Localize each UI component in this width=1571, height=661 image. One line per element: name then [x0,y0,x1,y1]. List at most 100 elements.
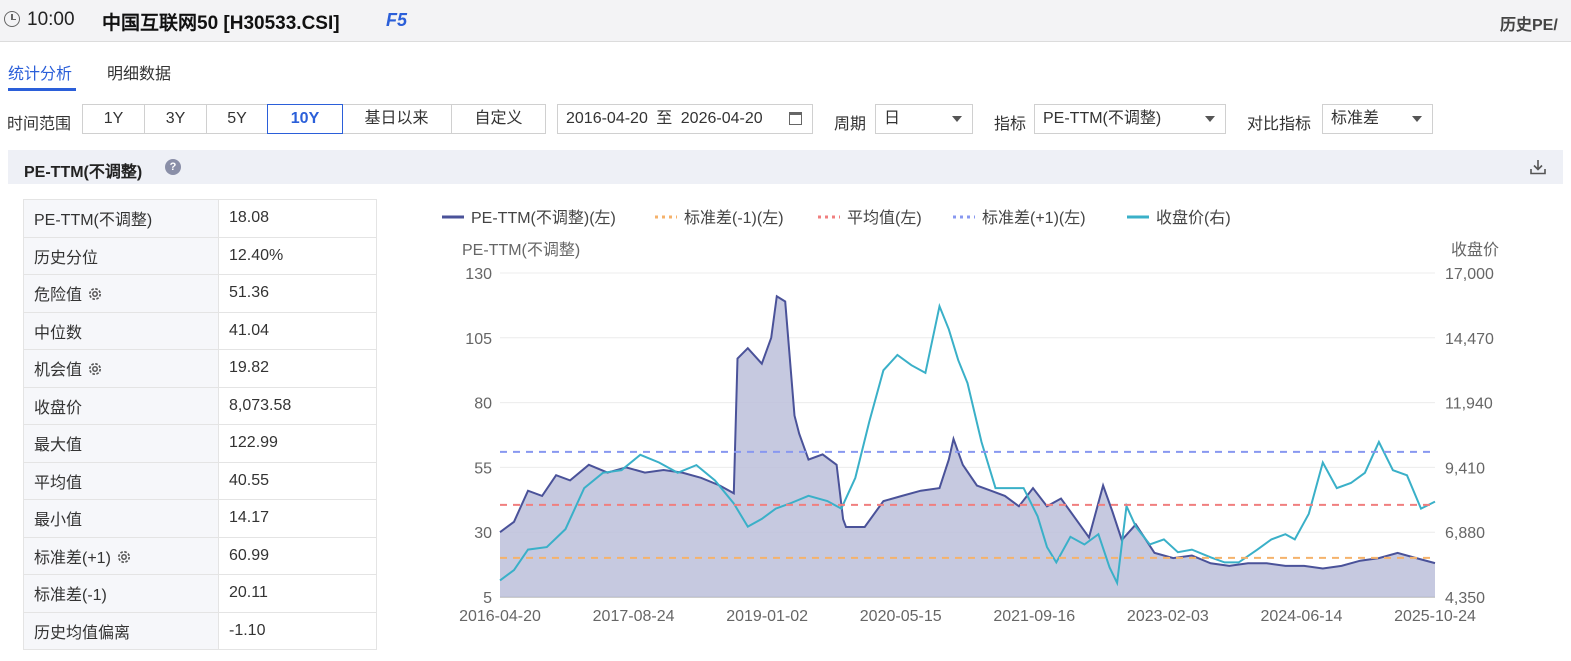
stat-key-label: 机会值 [34,362,83,380]
y-left-tick-label: 5 [483,590,492,607]
help-icon[interactable]: ? [165,159,181,175]
chevron-down-icon [1205,116,1215,122]
stats-row: 最大值 122.99 [23,424,377,463]
indicator-value: PE-TTM(不调整) [1043,110,1162,127]
range-10y-button[interactable]: 10Y [267,104,343,134]
y-right-tick-label: 14,470 [1445,331,1494,348]
date-start: 2016-04-20 [566,110,648,127]
range-since-base-button[interactable]: 基日以来 [342,105,452,133]
tab-detail-data[interactable]: 明细数据 [107,60,171,84]
y-left-tick-label: 30 [474,525,492,542]
y-right-tick-label: 6,880 [1445,525,1485,542]
x-tick-label: 2019-01-02 [726,608,808,625]
y-right-axis-title: 收盘价 [1451,240,1499,259]
date-range-picker[interactable]: 2016-04-20 至 2026-04-20 [557,104,813,134]
stat-value: 20.11 [218,574,377,613]
stat-key-label: 最小值 [34,512,83,530]
stats-row: PE-TTM(不调整) 18.08 [23,199,377,238]
compare-value: 标准差 [1331,110,1380,127]
stats-row: 历史分位 12.40% [23,236,377,275]
stat-key: 历史分位 [23,236,219,275]
x-tick-label: 2021-09-16 [993,608,1075,625]
stat-key: 平均值 [23,461,219,500]
stats-row: 标准差(-1) 20.11 [23,574,377,613]
stat-value: 51.36 [218,274,377,313]
stat-key: PE-TTM(不调整) [23,199,219,238]
x-tick-label: 2016-04-20 [459,608,541,625]
time-display: 10:00 [27,9,75,30]
period-select[interactable]: 日 [875,104,973,134]
clock-icon [4,11,20,27]
y-right-tick-label: 4,350 [1445,590,1485,607]
range-3y-button[interactable]: 3Y [145,105,207,133]
top-bar: 10:00 中国互联网50 [H30533.CSI] F5 历史PE/ [0,0,1571,42]
active-tab-indicator [8,88,76,91]
stat-value: 14.17 [218,499,377,538]
stat-key: 收盘价 [23,386,219,425]
y-right-tick-label: 11,940 [1445,396,1493,413]
indicator-select[interactable]: PE-TTM(不调整) [1034,104,1226,134]
compare-label: 对比指标 [1247,116,1312,133]
period-label: 周期 [834,116,867,133]
compare-select[interactable]: 标准差 [1322,104,1433,134]
stat-value: 40.55 [218,461,377,500]
gear-icon[interactable] [115,548,133,566]
y-right-tick-label: 17,000 [1445,266,1494,283]
pe-chart: 130 17,000 105 14,470 80 11,940 55 9,410 30 6,880… [442,208,1499,625]
range-1y-button[interactable]: 1Y [83,105,145,133]
y-left-tick-label: 105 [465,331,492,348]
stat-value: 12.40% [218,236,377,275]
stat-key-label: 历史分位 [34,249,99,267]
y-left-axis-title: PE-TTM(不调整) [462,241,580,259]
page-title-right: 历史PE/ [1500,17,1558,34]
stat-value: 60.99 [218,536,377,575]
stat-value: 19.82 [218,349,377,388]
index-title: 中国互联网50 [H30533.CSI] [102,13,340,34]
stat-key: 最大值 [23,424,219,463]
stat-value: -1.10 [218,611,377,650]
range-custom-button[interactable]: 自定义 [452,105,545,133]
period-value: 日 [884,110,901,127]
time-range-label: 时间范围 [7,116,72,133]
stat-key: 最小值 [23,499,219,538]
stats-row: 最小值 14.17 [23,499,377,538]
stats-row: 中位数 41.04 [23,311,377,350]
stat-value: 122.99 [218,424,377,463]
y-left-tick-label: 80 [474,396,492,413]
stat-key-label: 历史均值偏离 [34,624,131,642]
date-separator: 至 [656,110,673,127]
stat-value: 18.08 [218,199,377,238]
stats-table: PE-TTM(不调整) 18.08 历史分位 12.40% 危险值 51.36 中位数 41.… [23,199,377,650]
stat-value: 8,073.58 [218,386,377,425]
x-tick-label: 2024-06-14 [1261,608,1343,625]
filter-bar: 时间范围 1Y 3Y 5Y 10Y 基日以来 自定义 2016-04-20 至 … [0,102,1571,136]
download-icon[interactable] [1529,158,1547,176]
panel-header: PE-TTM(不调整) ? [8,150,1563,184]
stat-key-label: 收盘价 [34,399,83,417]
stat-key: 危险值 [23,274,219,313]
stat-key-label: PE-TTM(不调整) [34,212,153,230]
stat-key-label: 平均值 [34,474,83,492]
f5-hotkey-badge[interactable]: F5 [386,10,407,31]
stat-key: 历史均值偏离 [23,611,219,650]
legend-label: 标准差(+1)(左) [982,209,1086,227]
y-left-tick-label: 130 [465,266,492,283]
stats-row: 历史均值偏离 -1.10 [23,611,377,650]
x-tick-label: 2023-02-03 [1127,608,1209,625]
stat-key-label: 危险值 [34,287,83,305]
stat-value: 41.04 [218,311,377,350]
tab-statistics[interactable]: 统计分析 [8,60,72,84]
calendar-icon [789,112,802,125]
x-tick-label: 2020-05-15 [860,608,942,625]
legend-label: 标准差(-1)(左) [684,209,784,227]
tab-bar: 统计分析 明细数据 [0,52,1571,92]
range-5y-button[interactable]: 5Y [207,105,268,133]
time-range-selector: 1Y 3Y 5Y 10Y 基日以来 自定义 [82,104,546,134]
stat-key: 中位数 [23,311,219,350]
stat-key: 标准差(-1) [23,574,219,613]
stat-key-label: 最大值 [34,437,83,455]
gear-icon[interactable] [86,285,104,303]
stats-row: 危险值 51.36 [23,274,377,313]
stat-key-label: 标准差(-1) [34,587,107,605]
gear-icon[interactable] [86,360,104,378]
